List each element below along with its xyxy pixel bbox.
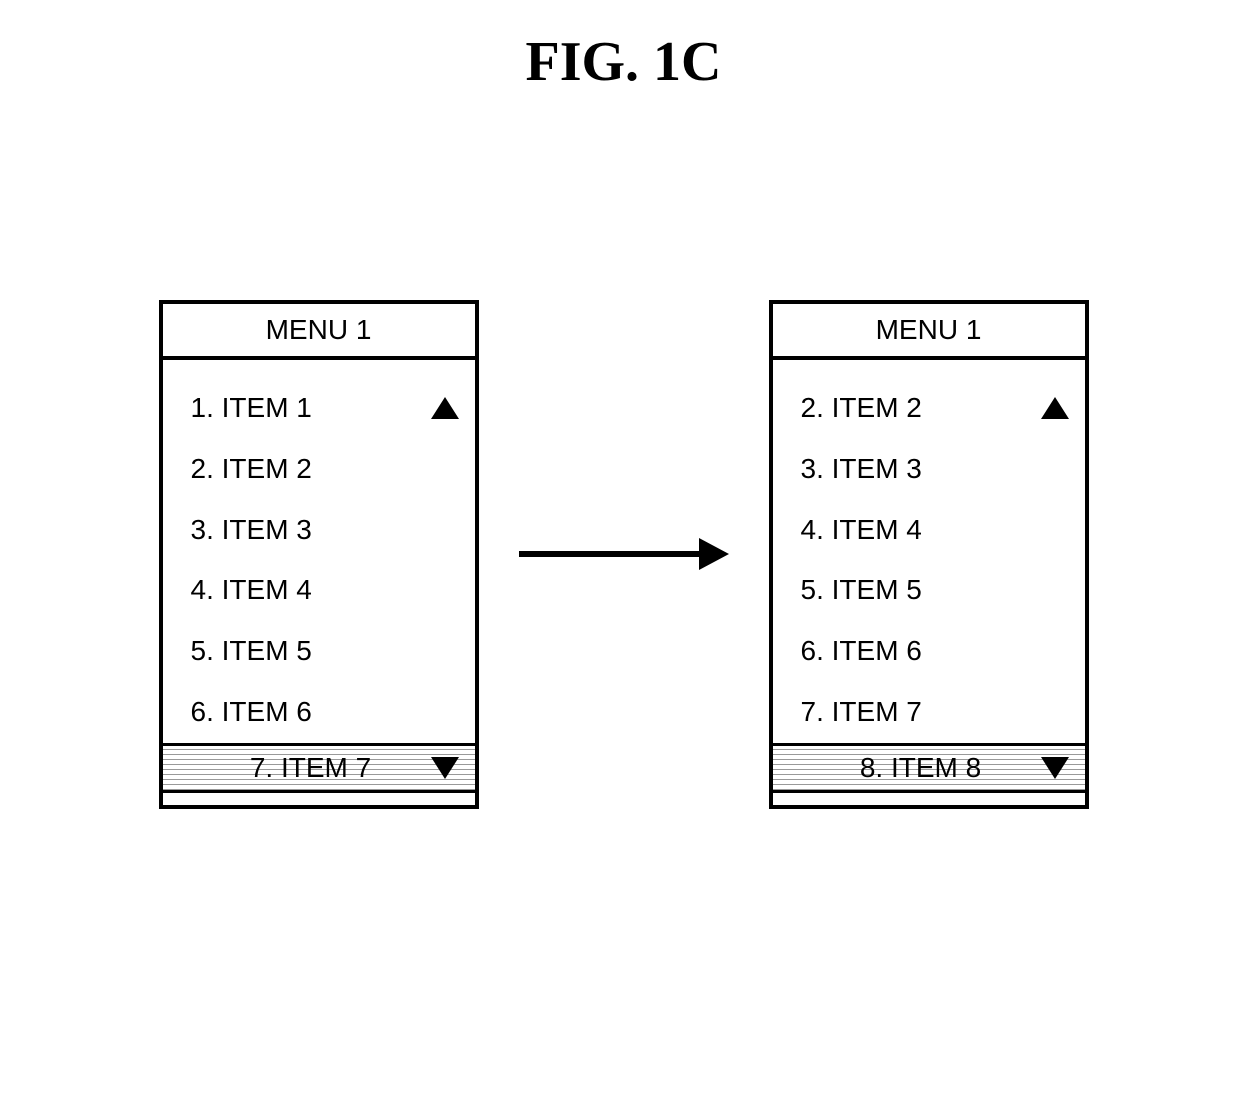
menu-item-row[interactable]: 3. ITEM 3: [163, 500, 475, 561]
diagram-container: MENU 1 1. ITEM 1 2. ITEM 2 3. ITEM 3 4. …: [0, 300, 1247, 809]
menu-item-text: 7. ITEM 7: [801, 690, 1069, 735]
menu-titlebar-left: MENU 1: [163, 304, 475, 360]
menu-item-text: 6. ITEM 6: [801, 629, 1069, 674]
menu-item-row[interactable]: 6. ITEM 6: [163, 682, 475, 743]
menu-item-text: 2. ITEM 2: [801, 386, 1041, 431]
menu-window-before: MENU 1 1. ITEM 1 2. ITEM 2 3. ITEM 3 4. …: [159, 300, 479, 809]
menu-item-row[interactable]: 1. ITEM 1: [163, 378, 475, 439]
figure-title: FIG. 1C: [526, 30, 722, 94]
transition-arrow: [519, 538, 729, 570]
menu-item-row[interactable]: 7. ITEM 7: [773, 682, 1085, 743]
menu-item-row[interactable]: 5. ITEM 5: [163, 621, 475, 682]
menu-body-right: 2. ITEM 2 3. ITEM 3 4. ITEM 4 5. ITEM 5 …: [773, 360, 1085, 743]
menu-item-text: 5. ITEM 5: [191, 629, 459, 674]
menu-selected-row[interactable]: 8. ITEM 8: [773, 743, 1085, 793]
scroll-down-icon[interactable]: [1041, 757, 1069, 779]
arrow-head-icon: [699, 538, 729, 570]
menu-item-text: 4. ITEM 4: [191, 568, 459, 613]
menu-item-text: 2. ITEM 2: [191, 447, 459, 492]
arrow-line: [519, 551, 699, 557]
menu-item-text: 3. ITEM 3: [191, 508, 459, 553]
scroll-up-icon[interactable]: [1041, 397, 1069, 419]
menu-item-text: 5. ITEM 5: [801, 568, 1069, 613]
menu-footer: [163, 793, 475, 805]
menu-selected-text: 8. ITEM 8: [801, 752, 1041, 784]
menu-body-left: 1. ITEM 1 2. ITEM 2 3. ITEM 3 4. ITEM 4 …: [163, 360, 475, 743]
menu-selected-row[interactable]: 7. ITEM 7: [163, 743, 475, 793]
menu-item-text: 6. ITEM 6: [191, 690, 459, 735]
menu-item-row[interactable]: 3. ITEM 3: [773, 439, 1085, 500]
scroll-down-icon[interactable]: [431, 757, 459, 779]
menu-item-text: 1. ITEM 1: [191, 386, 431, 431]
menu-item-text: 3. ITEM 3: [801, 447, 1069, 492]
menu-item-row[interactable]: 4. ITEM 4: [773, 500, 1085, 561]
menu-item-row[interactable]: 2. ITEM 2: [773, 378, 1085, 439]
scroll-up-icon[interactable]: [431, 397, 459, 419]
menu-titlebar-right: MENU 1: [773, 304, 1085, 360]
menu-item-text: 4. ITEM 4: [801, 508, 1069, 553]
menu-item-row[interactable]: 5. ITEM 5: [773, 560, 1085, 621]
menu-footer: [773, 793, 1085, 805]
menu-window-after: MENU 1 2. ITEM 2 3. ITEM 3 4. ITEM 4 5. …: [769, 300, 1089, 809]
menu-item-row[interactable]: 2. ITEM 2: [163, 439, 475, 500]
menu-item-row[interactable]: 6. ITEM 6: [773, 621, 1085, 682]
menu-selected-text: 7. ITEM 7: [191, 752, 431, 784]
menu-item-row[interactable]: 4. ITEM 4: [163, 560, 475, 621]
